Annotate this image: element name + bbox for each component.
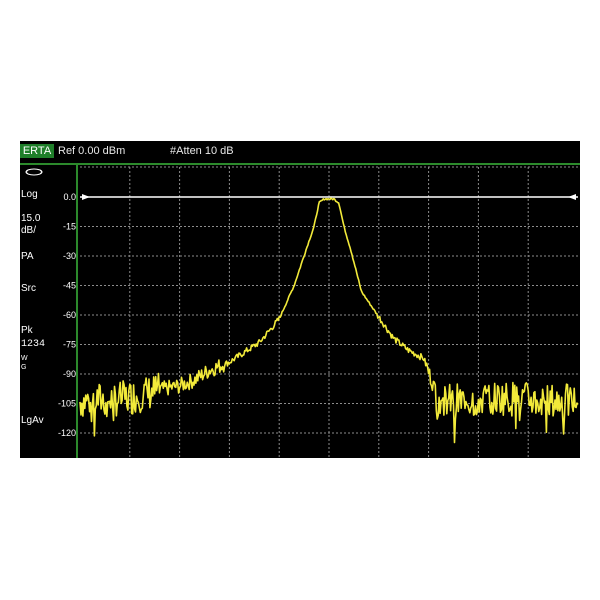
y-tick-label: -105 <box>58 399 76 409</box>
y-tick-label: 0.0 <box>63 192 76 202</box>
ref-marker-left-icon <box>82 194 90 200</box>
analyzer-screen: ERTA Ref 0.00 dBm #Atten 10 dB Log 15.0 … <box>20 141 580 458</box>
y-axis-labels: 0.0 -15 -30 -45 -60 -75 -90 -105 -120 <box>58 192 76 438</box>
y-tick-label: -30 <box>63 251 76 261</box>
y-tick-label: -90 <box>63 369 76 379</box>
y-tick-label: -60 <box>63 310 76 320</box>
trace-plot: 0.0 -15 -30 -45 -60 -75 -90 -105 -120 <box>58 166 579 458</box>
ref-marker-right-icon <box>568 194 576 200</box>
y-tick-label: -15 <box>63 222 76 232</box>
y-tick-label: -75 <box>63 340 76 350</box>
y-tick-label: -45 <box>63 281 76 291</box>
y-tick-label: -120 <box>58 428 76 438</box>
